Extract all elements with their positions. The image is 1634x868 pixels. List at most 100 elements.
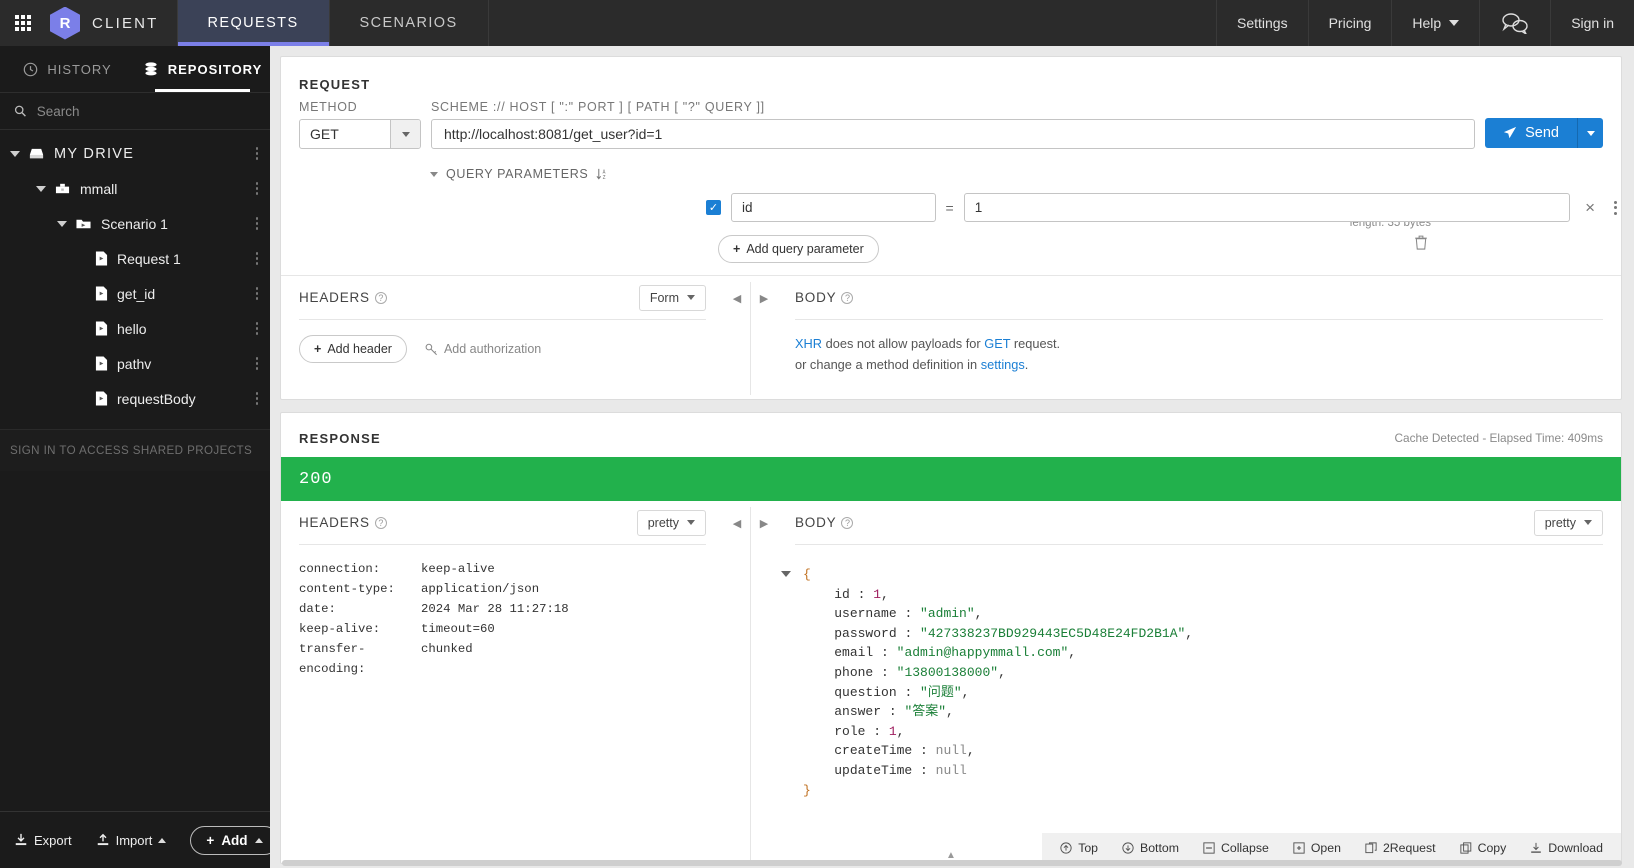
help-icon[interactable]: ? — [841, 291, 854, 304]
json-key: phone — [834, 664, 874, 680]
tree-item-pathv[interactable]: pathv — [0, 346, 270, 381]
query-parameter-value-input[interactable] — [963, 193, 1571, 222]
xhr-link[interactable]: XHR — [795, 336, 822, 351]
tree-item-get-id[interactable]: get_id — [0, 276, 270, 311]
response-body-header: BODY ? pretty — [795, 501, 1603, 545]
chat-link[interactable] — [1480, 0, 1552, 46]
json-key: createTime — [834, 743, 913, 759]
response-headers-format-select[interactable]: pretty — [636, 509, 706, 536]
collapse-headers-left-icon[interactable]: ◀ — [724, 276, 750, 320]
query-parameters-header[interactable]: QUERY PARAMETERS A Z — [281, 149, 1621, 181]
sort-az-icon[interactable]: A Z — [596, 168, 609, 181]
pane-divider — [750, 507, 751, 861]
tree-item-requestbody[interactable]: requestBody — [0, 381, 270, 416]
response-body-format-select[interactable]: pretty — [1533, 509, 1603, 536]
request-section-title: REQUEST — [299, 77, 371, 92]
settings-link-inline[interactable]: settings — [981, 357, 1025, 372]
sidebar-tab-repository[interactable]: REPOSITORY — [135, 46, 270, 92]
json-key: role — [834, 723, 866, 739]
help-icon[interactable]: ? — [374, 516, 387, 529]
chevron-down-icon[interactable] — [57, 220, 67, 227]
remove-parameter-icon[interactable]: × — [1580, 198, 1600, 218]
tree-item-menu-icon[interactable] — [255, 136, 258, 171]
header-row: connection: keep-alive — [299, 559, 706, 579]
pricing-link[interactable]: Pricing — [1309, 0, 1393, 46]
parameter-menu-icon[interactable] — [1610, 200, 1621, 215]
settings-link[interactable]: Settings — [1217, 0, 1309, 46]
collapse-response-headers-icon[interactable]: ◀ — [724, 501, 750, 545]
json-line: answer : "答案", — [834, 704, 954, 720]
request-icon — [95, 391, 108, 406]
add-authorization-button[interactable]: Add authorization — [425, 342, 541, 356]
json-collapse-toggle-icon[interactable] — [781, 571, 791, 577]
query-parameters-label: QUERY PARAMETERS — [446, 167, 589, 181]
tree-item-hello[interactable]: hello — [0, 311, 270, 346]
brand-name: CLIENT — [92, 14, 159, 32]
main-content: REQUEST METHOD GET SCHEME :// HOST [ ":"… — [270, 46, 1634, 868]
add-query-parameter-button[interactable]: + Add query parameter — [718, 235, 879, 263]
chevron-down-icon[interactable] — [10, 150, 20, 157]
url-input[interactable] — [431, 119, 1476, 149]
collapse-response-body-icon[interactable]: ▶ — [751, 501, 777, 545]
chevron-down-icon[interactable] — [430, 171, 438, 177]
tree-item-my-drive[interactable]: MY DRIVE — [0, 136, 270, 171]
json-value: 1 — [873, 586, 882, 602]
sign-in-link[interactable]: Sign in — [1551, 0, 1634, 46]
get-link[interactable]: GET — [984, 336, 1010, 351]
chevron-down-icon — [1449, 20, 1460, 26]
help-link[interactable]: Help — [1392, 0, 1481, 46]
svg-text:Z: Z — [603, 175, 607, 181]
tree-item-menu-icon[interactable] — [255, 311, 258, 346]
chevron-down-icon[interactable] — [36, 185, 46, 192]
tab-requests[interactable]: REQUESTS — [176, 0, 330, 46]
export-button[interactable]: Export — [14, 833, 72, 848]
add-button[interactable]: + Add — [190, 825, 279, 855]
request-body-header: BODY ? — [795, 276, 1603, 320]
send-button[interactable]: Send — [1485, 118, 1577, 148]
tree-item-scenario-1[interactable]: Scenario 1 — [0, 206, 270, 241]
tree-item-request-1[interactable]: Request 1 — [0, 241, 270, 276]
send-options-toggle[interactable] — [1577, 118, 1603, 148]
horizontal-scrollbar[interactable] — [282, 860, 1622, 866]
response-headers-pane: HEADERS ? pretty connection: keep-alive — [281, 501, 724, 861]
json-value: "问题" — [920, 684, 962, 700]
search-input[interactable] — [36, 103, 256, 119]
tree-label: MY DRIVE — [54, 145, 135, 162]
tree-item-menu-icon[interactable] — [255, 206, 258, 241]
tree-item-menu-icon[interactable] — [255, 171, 258, 206]
import-label: Import — [115, 832, 153, 848]
sidebar-tab-history[interactable]: HISTORY — [0, 46, 135, 92]
tree-item-mmall[interactable]: mmall — [0, 171, 270, 206]
chevron-up-icon — [158, 837, 167, 843]
collapse-body-right-icon[interactable]: ▶ — [751, 276, 777, 320]
repository-tree: MY DRIVE mmall Scenario 1 Request 1 get_… — [0, 130, 270, 416]
headers-format-select[interactable]: Form — [638, 284, 706, 311]
top-right-links: Settings Pricing Help Sign in — [1217, 0, 1634, 46]
delete-parameters-icon[interactable] — [1414, 235, 1428, 250]
help-icon[interactable]: ? — [841, 516, 854, 529]
query-parameter-enabled-checkbox[interactable]: ✓ — [706, 200, 721, 215]
method-select[interactable]: GET — [299, 119, 421, 149]
help-icon[interactable]: ? — [374, 291, 387, 304]
tree-label: Request 1 — [117, 250, 181, 267]
tab-scenarios[interactable]: SCENARIOS — [330, 0, 489, 46]
tree-item-menu-icon[interactable] — [255, 241, 258, 276]
key-icon — [425, 343, 437, 355]
tree-item-menu-icon[interactable] — [255, 276, 258, 311]
query-parameter-key-input[interactable] — [731, 193, 936, 222]
import-button[interactable]: Import — [96, 833, 167, 848]
tree-item-menu-icon[interactable] — [255, 381, 258, 416]
request-icon — [95, 286, 108, 301]
method-dropdown-toggle[interactable] — [390, 120, 420, 148]
add-header-button[interactable]: + Add header — [299, 335, 407, 363]
json-line: phone : "13800138000", — [834, 664, 1006, 680]
grid-apps-icon[interactable] — [0, 0, 46, 46]
add-header-label: Add header — [327, 342, 392, 356]
app-root: R CLIENT REQUESTS SCENARIOS Settings Pri… — [0, 0, 1634, 868]
sidebar-tab-repository-label: REPOSITORY — [167, 61, 263, 77]
response-meta: Cache Detected - Elapsed Time: 409ms — [1394, 431, 1603, 445]
tree-item-menu-icon[interactable] — [255, 346, 258, 381]
settings-label: Settings — [1237, 15, 1288, 31]
header-row: date: 2024 Mar 28 11:27:18 — [299, 599, 706, 619]
sidebar: HISTORY REPOSITORY Search MY DRIVE mmall… — [0, 46, 279, 868]
